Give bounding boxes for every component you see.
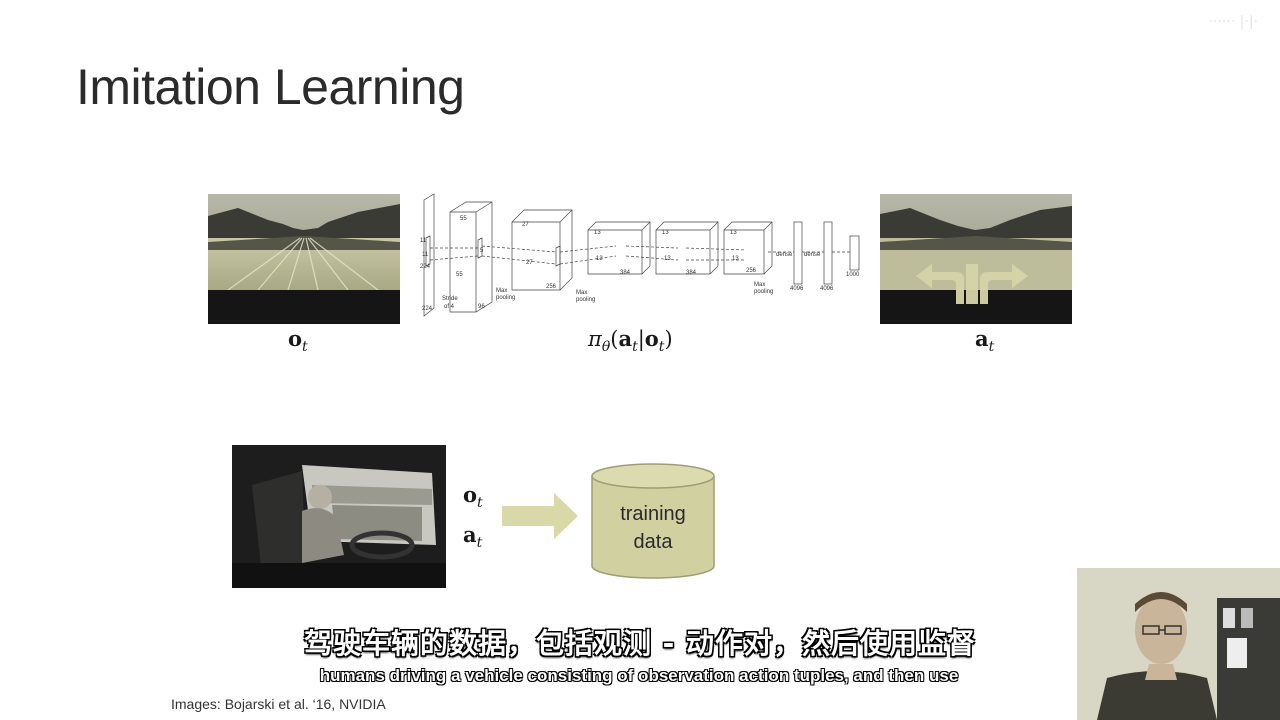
right-arrow-icon — [502, 493, 580, 539]
cnn-label: 13 — [594, 230, 601, 236]
observation-road-image — [208, 194, 400, 324]
cnn-label: Max — [496, 288, 507, 294]
image-credit: Images: Bojarski et al. ‘16, NVIDIA — [171, 696, 386, 712]
cnn-label: pooling — [576, 297, 595, 303]
cnn-label: 384 — [686, 270, 697, 276]
action-road-image — [880, 194, 1072, 324]
cnn-label: 13 — [730, 230, 737, 236]
cnn-architecture-diagram: 224 224 11 11 55 55 96 Stride of 4 27 27… — [416, 190, 862, 320]
training-data-label: training data — [590, 500, 716, 556]
action-label: at — [975, 326, 995, 356]
observation-label: ot — [288, 326, 308, 356]
cnn-label: pooling — [496, 295, 515, 301]
cnn-label: Max — [576, 290, 587, 296]
cnn-label: 55 — [460, 216, 467, 222]
cnn-label: of 4 — [444, 304, 455, 310]
truck-driver-photo — [232, 445, 446, 588]
cnn-label: 96 — [478, 304, 485, 310]
cnn-label: 4096 — [790, 286, 804, 292]
cnn-label: 11 — [420, 238, 427, 244]
cnn-label: 13 — [664, 256, 671, 262]
cnn-label: dense — [776, 252, 793, 258]
cnn-label: 27 — [522, 222, 529, 228]
subtitle-chinese: 驾驶车辆的数据，包括观测 - 动作对，然后使用监督 — [0, 622, 1280, 662]
cnn-label: 1000 — [846, 272, 860, 278]
bottom-observation-label: ot — [463, 482, 483, 512]
cnn-label: 27 — [526, 260, 533, 266]
cnn-label: 13 — [596, 256, 603, 262]
cnn-label: 55 — [456, 272, 463, 278]
slide-title: Imitation Learning — [76, 59, 465, 115]
cnn-label: 224 — [420, 264, 431, 270]
watermark: ······ |·|· — [1208, 14, 1259, 30]
bottom-action-label: at — [463, 522, 483, 552]
cnn-label: 13 — [662, 230, 669, 236]
cnn-label: 4096 — [820, 286, 834, 292]
cnn-label: 11 — [422, 252, 429, 258]
cnn-label: 256 — [546, 284, 557, 290]
cnn-label: 224 — [422, 306, 433, 312]
cnn-label: Stride — [442, 296, 458, 302]
cnn-label: 13 — [732, 256, 739, 262]
training-data-line2: data — [633, 531, 673, 553]
cnn-label: dense — [804, 252, 821, 258]
cnn-label: 256 — [746, 268, 757, 274]
policy-label: πθ(at|ot) — [588, 326, 673, 356]
cnn-label: 384 — [620, 270, 631, 276]
cnn-label: pooling — [754, 289, 773, 295]
subtitle-english: humans driving a vehicle consisting of o… — [319, 666, 959, 685]
training-data-line1: training — [620, 503, 686, 525]
subtitle-chinese-text: 驾驶车辆的数据，包括观测 - 动作对，然后使用监督 — [303, 627, 977, 660]
cnn-label: 5 — [480, 248, 484, 254]
cnn-label: Max — [754, 282, 765, 288]
